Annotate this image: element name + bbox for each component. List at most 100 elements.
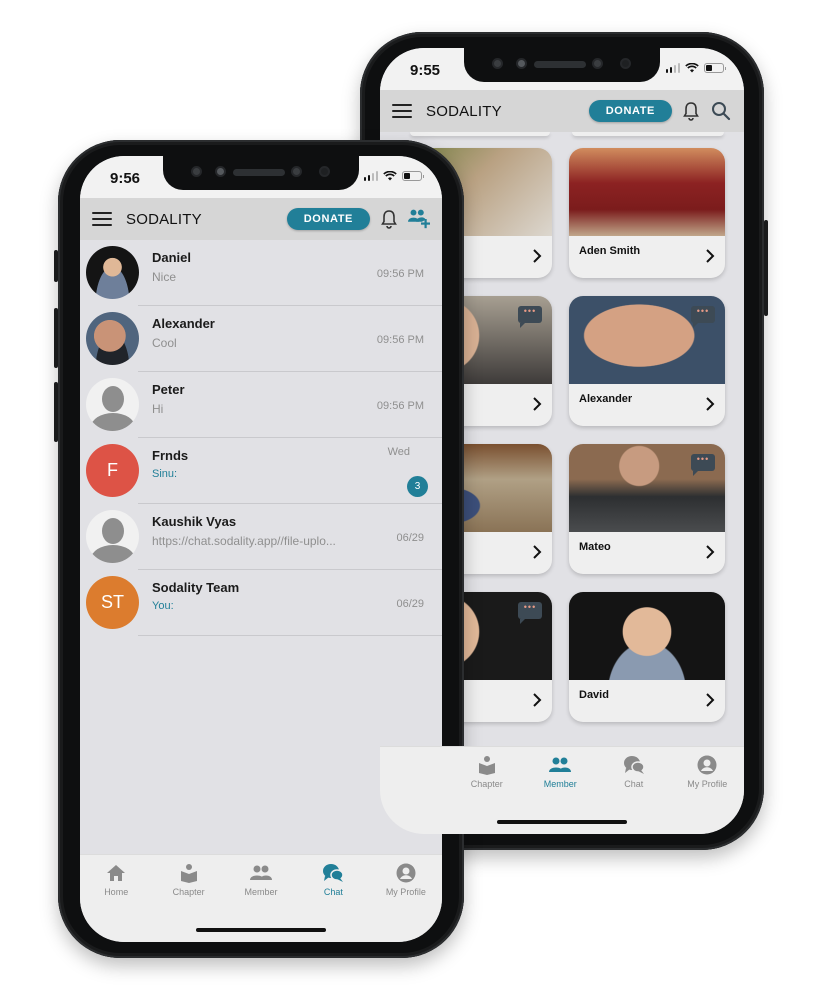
wifi-icon	[383, 171, 397, 181]
member-card[interactable]: Aden Smith	[569, 148, 725, 278]
chevron-right-icon	[533, 397, 542, 411]
member-card[interactable]: ••• Mateo	[569, 444, 725, 574]
unread-badge: 3	[407, 476, 428, 497]
chat-name: Daniel	[152, 250, 192, 265]
nav-label: Member	[244, 887, 278, 897]
home-indicator	[497, 820, 627, 824]
chevron-right-icon	[706, 693, 715, 707]
chat-name: Sodality Team	[152, 580, 240, 595]
chat-item-daniel[interactable]: Daniel Nice 09:56 PM	[80, 240, 442, 306]
divider	[138, 635, 442, 636]
profile-icon	[696, 755, 718, 775]
chat-preview: Hi	[152, 402, 164, 416]
chat-name: Frnds	[152, 448, 189, 463]
default-avatar-icon	[86, 378, 139, 431]
avatar	[86, 312, 139, 365]
chat-time: 06/29	[396, 532, 424, 544]
chat-icon	[322, 863, 345, 883]
member-icon	[549, 755, 572, 775]
app-title: SODALITY	[426, 102, 502, 120]
chat-item-kaushik-vyas[interactable]: Kaushik Vyas https://chat.sodality.app//…	[80, 504, 442, 570]
menu-icon[interactable]	[92, 212, 112, 226]
chevron-right-icon	[706, 397, 715, 411]
chat-time: 09:56 PM	[376, 334, 424, 346]
default-avatar-icon	[86, 510, 139, 563]
battery-icon	[402, 171, 424, 181]
mute-switch	[54, 250, 58, 282]
chat-time: 09:56 PM	[376, 400, 424, 412]
nav-my-profile[interactable]: My Profile	[370, 855, 442, 942]
member-photo	[569, 592, 725, 680]
battery-icon	[704, 63, 726, 73]
bell-icon[interactable]	[378, 208, 400, 230]
bell-icon[interactable]	[680, 100, 702, 122]
member-name: Alexander	[579, 393, 633, 405]
chat-preview: Cool	[152, 336, 177, 350]
chevron-right-icon	[533, 693, 542, 707]
chat-preview: https://chat.sodality.app//file-uplo...	[152, 534, 336, 548]
chat-item-peter[interactable]: Peter Hi 09:56 PM	[80, 372, 442, 438]
status-time: 9:55	[410, 62, 441, 79]
nav-label: My Profile	[687, 779, 728, 789]
profile-icon	[395, 863, 417, 883]
member-card[interactable]: David	[569, 592, 725, 722]
volume-up-button	[54, 308, 58, 368]
front-phone: 9:56 SODALITY DONATE Daniel Nice 09:56 P…	[54, 140, 464, 958]
chevron-right-icon	[533, 249, 542, 263]
chevron-right-icon	[533, 545, 542, 559]
avatar: ST	[86, 576, 139, 629]
menu-icon[interactable]	[392, 104, 412, 118]
card-remnant	[410, 132, 550, 136]
chat-name: Alexander	[152, 316, 215, 331]
nav-my-profile[interactable]: My Profile	[671, 747, 745, 834]
chat-time: 06/29	[396, 598, 424, 610]
search-icon[interactable]	[710, 100, 732, 122]
chapter-icon	[476, 755, 498, 775]
home-indicator	[196, 928, 326, 932]
card-remnant	[572, 132, 724, 136]
chat-time: 09:56 PM	[376, 268, 424, 280]
signal-icon	[665, 63, 680, 73]
chat-preview: You:	[152, 600, 174, 612]
chapter-icon	[178, 863, 200, 883]
side-button	[764, 220, 768, 316]
chat-list: Daniel Nice 09:56 PM Alexander Cool 09:5…	[80, 240, 442, 636]
nav-label: Chat	[624, 779, 644, 789]
chevron-right-icon	[706, 249, 715, 263]
chat-item-sodality-team[interactable]: ST Sodality Team You: 06/29	[80, 570, 442, 636]
nav-label: Home	[104, 887, 129, 897]
nav-label: Chat	[323, 887, 343, 897]
notch	[464, 48, 660, 82]
chat-icon	[623, 755, 645, 775]
signal-icon	[363, 171, 378, 181]
chat-name: Kaushik Vyas	[152, 514, 237, 529]
app-title: SODALITY	[126, 210, 202, 228]
notch	[163, 156, 359, 190]
chat-bubble-icon[interactable]: •••	[518, 306, 542, 328]
add-group-icon[interactable]	[408, 208, 430, 230]
nav-label: Chapter	[172, 887, 205, 897]
donate-button[interactable]: DONATE	[286, 208, 370, 230]
chat-item-frnds[interactable]: F Frnds Sinu: Wed 3	[80, 438, 442, 504]
chat-bubble-icon[interactable]: •••	[691, 454, 715, 476]
chevron-right-icon	[706, 545, 715, 559]
app-bar: SODALITY DONATE	[380, 90, 744, 132]
volume-down-button	[54, 382, 58, 442]
member-photo	[569, 148, 725, 236]
home-icon	[105, 863, 127, 883]
member-icon	[250, 863, 273, 883]
nav-label: My Profile	[385, 887, 426, 897]
chat-bubble-icon[interactable]: •••	[691, 306, 715, 328]
member-name: Aden Smith	[579, 245, 641, 257]
chat-preview: Sinu:	[152, 468, 178, 480]
member-name: David	[579, 689, 609, 701]
nav-home[interactable]: Home	[80, 855, 152, 942]
chat-item-alexander[interactable]: Alexander Cool 09:56 PM	[80, 306, 442, 372]
member-card[interactable]: ••• Alexander	[569, 296, 725, 426]
avatar	[86, 246, 139, 299]
donate-button[interactable]: DONATE	[588, 100, 672, 122]
status-time: 9:56	[110, 170, 141, 187]
member-name: Mateo	[579, 541, 611, 553]
chat-bubble-icon[interactable]: •••	[518, 602, 542, 624]
app-bar: SODALITY DONATE	[80, 198, 442, 240]
